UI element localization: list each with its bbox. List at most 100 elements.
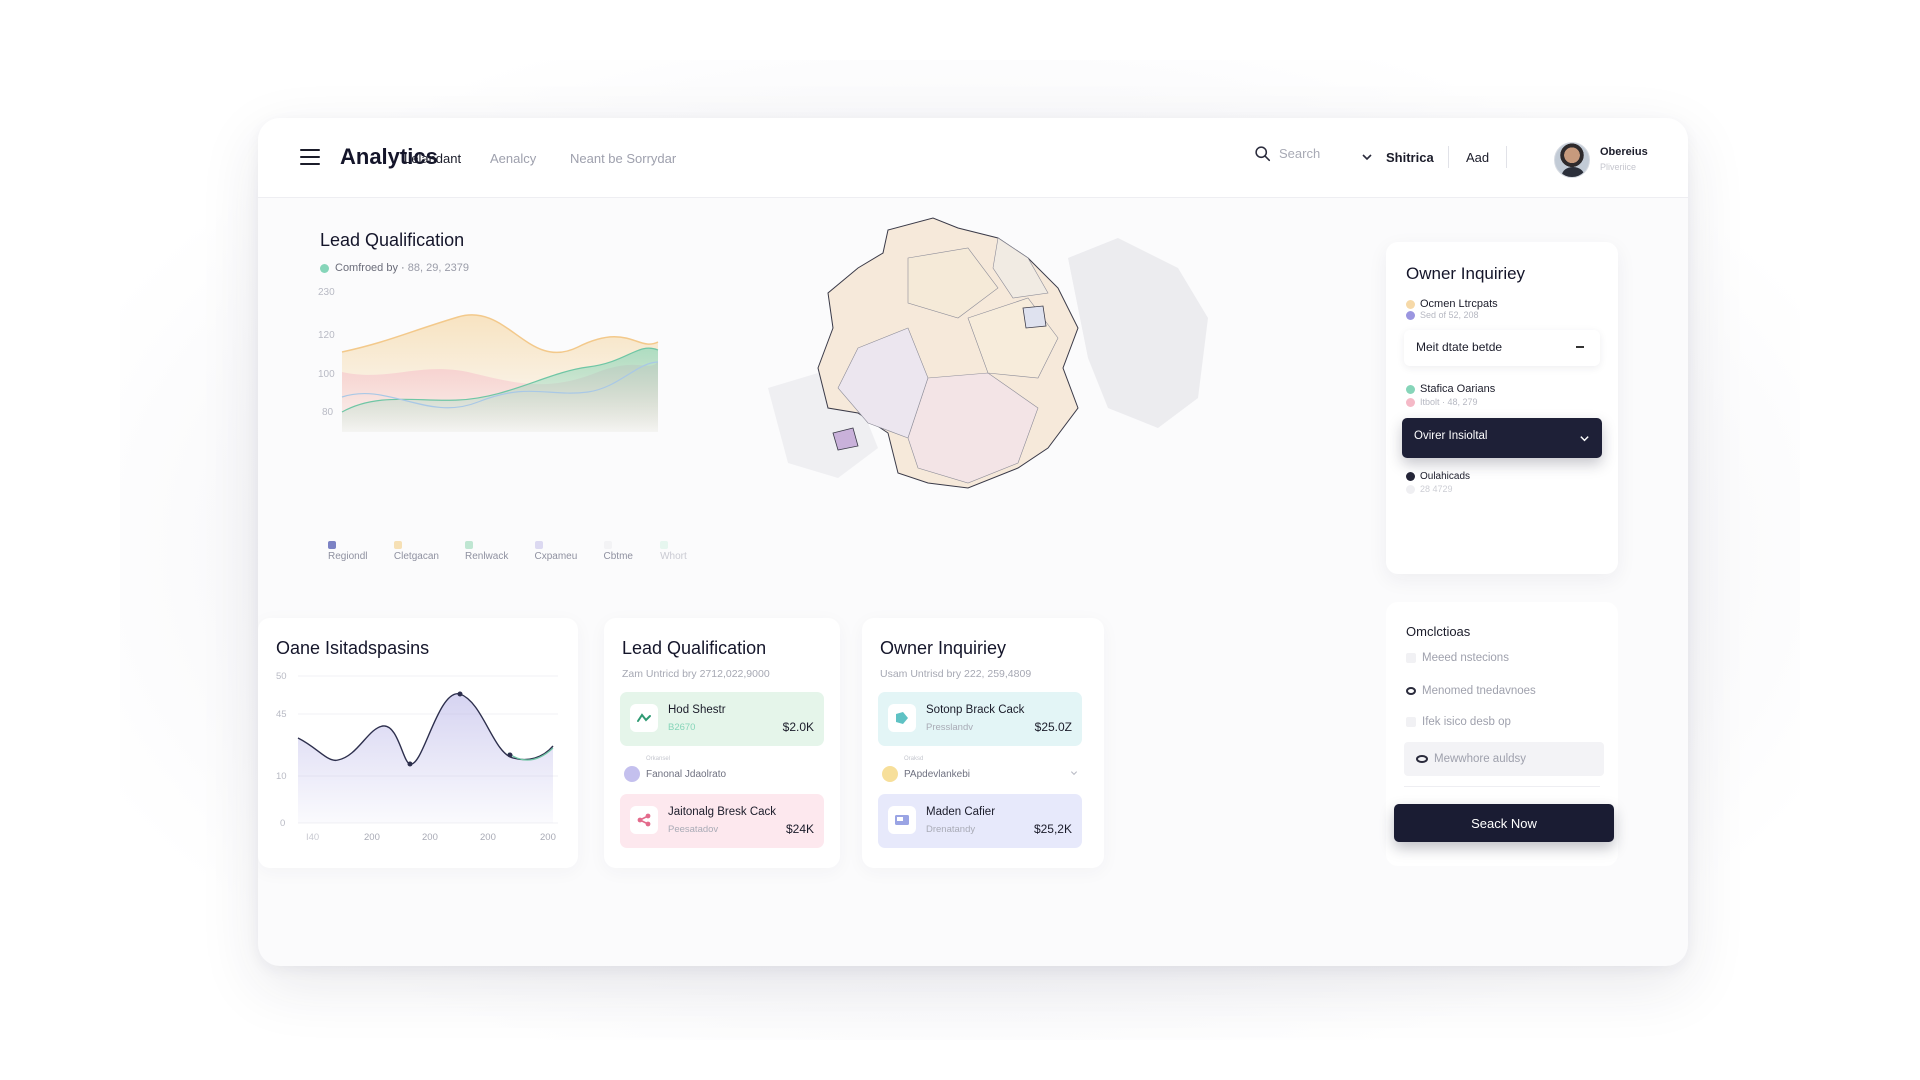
legend-dot <box>1406 384 1415 394</box>
tile-value: $24K <box>785 822 814 836</box>
owner-tile[interactable]: Sotonp Brack Cack Presslandv $25.0Z <box>878 692 1082 746</box>
legend-item: Cletgacan <box>393 540 449 562</box>
map-neighbor <box>1068 238 1208 428</box>
menu-icon[interactable] <box>300 149 320 165</box>
panel-title: Omclctioas <box>1406 624 1471 639</box>
search-icon <box>1255 146 1271 162</box>
row-label: Fanonal Jdaolrato <box>646 768 727 780</box>
lead-tile[interactable]: Jaitonalg Bresk Cack Peesatadov $24K <box>620 794 824 848</box>
legend-sub: Sed of 52, 208 <box>1420 310 1479 320</box>
y-tick: 100 <box>318 369 335 380</box>
panel-subline: Zam Untricd bry 2712,022,9000 <box>622 668 770 680</box>
chart-legend: Regiondl Cletgacan Renlwack Cxpameu Cbtm… <box>328 540 698 562</box>
divider <box>1506 146 1507 168</box>
nav-item-1[interactable]: Lelandant <box>404 151 461 166</box>
option-radio[interactable]: Mewwhore auldsy <box>1404 742 1604 776</box>
y-tick: 230 <box>318 287 335 298</box>
minus-icon <box>1576 346 1584 348</box>
row-label: PApdevlankebi <box>904 768 970 780</box>
option-radio[interactable]: Menomed tnedavnoes <box>1406 685 1536 697</box>
owner-inquiry-sidebar: Owner Inquiriey Ocmen Ltrcpats Sed of 52… <box>1386 242 1618 574</box>
data-point <box>407 761 413 767</box>
radio-icon <box>1406 687 1416 695</box>
area-chart: 230 120 100 80 <box>318 287 659 432</box>
option-label: Ifek isico desb op <box>1422 716 1511 728</box>
data-point <box>457 691 463 697</box>
y-tick: 0 <box>280 818 285 829</box>
panel-title: Owner Inquiriey <box>880 638 1007 658</box>
option-checkbox[interactable]: Ifek isico desb op <box>1406 716 1511 728</box>
select-value: Meit dtate betde <box>1416 340 1503 354</box>
search-now-button[interactable]: Seack Now <box>1394 804 1614 842</box>
panel-title: Lead Qualification <box>622 638 767 658</box>
data-point <box>507 752 513 758</box>
search-box[interactable]: Search <box>1254 145 1320 162</box>
chevron-down-icon[interactable] <box>1361 151 1373 163</box>
option-checkbox[interactable]: Meeed nstecions <box>1406 652 1509 664</box>
owner-select[interactable]: Ovirer Insioltal <box>1402 418 1602 458</box>
radio-icon <box>1416 755 1428 763</box>
owner-inquiry-card: Owner Inquiriey Usam Untrisd bry 222, 25… <box>862 618 1104 868</box>
row-caption: Oraksd <box>904 756 924 762</box>
legend-label: Stafica Oarians <box>1420 383 1496 395</box>
checkbox-icon <box>1406 717 1416 727</box>
tile-value: $25.0Z <box>1034 720 1072 734</box>
select-value: Ovirer Insioltal <box>1414 430 1488 442</box>
chevron-down-icon <box>1580 436 1589 442</box>
lead-qualification-panel: Lead Qualification Comfroed by · 88, 29,… <box>308 222 698 562</box>
legend-item: Renlwack <box>464 540 519 562</box>
lead-qualification-card: Lead Qualification Zam Untricd bry 2712,… <box>604 618 840 868</box>
legend-item: Regiondl <box>328 540 378 562</box>
lead-tile[interactable]: Hod Shestr B2670 $2.0K <box>620 692 824 746</box>
top-link-1[interactable]: Shitrica <box>1386 150 1434 165</box>
divider <box>1448 146 1449 168</box>
legend-item: Whort <box>660 540 698 562</box>
tile-sub: Peesatadov <box>668 824 719 835</box>
owner-tile[interactable]: Maden Cafier Drenatandy $25,2K <box>878 794 1082 848</box>
tile-name: Maden Cafier <box>926 806 996 818</box>
panel-subline: Usam Untrisd bry 222, 259,4809 <box>880 668 1032 680</box>
dashboard-window: Analytics Lelandant Aenalcy Neant be Sor… <box>258 118 1688 966</box>
x-tick: 200 <box>480 832 496 843</box>
tile-sub: Presslandv <box>926 722 973 733</box>
tile-name: Hod Shestr <box>668 704 726 716</box>
nav-item-3[interactable]: Neant be Sorrydar <box>570 151 676 166</box>
top-link-2[interactable]: Aad <box>1466 150 1489 165</box>
avatar <box>882 766 898 782</box>
list-row[interactable]: Oraksd PApdevlankebi <box>882 756 1082 782</box>
y-tick: 45 <box>276 709 287 720</box>
panel-title: Owner Inquiriey <box>1406 264 1526 283</box>
nav-item-2[interactable]: Aenalcy <box>490 151 536 166</box>
user-role: Pliveriice <box>1600 162 1637 172</box>
options-panel: Omclctioas Meeed nstecions Menomed tneda… <box>1386 602 1618 866</box>
image-icon <box>888 806 916 834</box>
legend-label: Oulahicads <box>1420 471 1471 482</box>
legend-item: Itbolt · 48, 279 <box>1406 396 1478 408</box>
top-bar: Analytics Lelandant Aenalcy Neant be Sor… <box>258 118 1688 198</box>
x-tick: 200 <box>422 832 438 843</box>
legend-sub: Itbolt · 48, 279 <box>1420 397 1478 407</box>
divider <box>1404 786 1600 787</box>
region-map <box>768 217 1208 489</box>
option-label: Mewwhore auldsy <box>1434 753 1527 765</box>
chart-bars-icon <box>630 704 658 732</box>
date-range-select[interactable]: Meit dtate betde <box>1404 330 1600 366</box>
avatar[interactable] <box>1554 142 1590 178</box>
legend-item: Sed of 52, 208 <box>1406 309 1479 321</box>
legend-dot <box>1406 484 1415 494</box>
checkbox-icon <box>1406 653 1416 663</box>
x-tick: 200 <box>364 832 380 843</box>
legend-item: Stafica Oarians <box>1406 383 1495 395</box>
oane-chart-card: Oane Isitadspasins 50 45 10 0 I40 200 20… <box>258 618 578 868</box>
list-row[interactable]: Orkansel Fanonal Jdaolrato <box>624 756 824 782</box>
x-tick: I40 <box>306 832 319 843</box>
tile-value: $2.0K <box>782 720 814 734</box>
chevron-down-icon[interactable] <box>1070 769 1078 777</box>
line-chart: 50 45 10 0 I40 200 200 200 200 <box>276 671 558 843</box>
legend-sub: 28 4729 <box>1420 484 1453 494</box>
legend-item: 28 4729 <box>1406 483 1453 495</box>
tile-value: $25,2K <box>1033 822 1072 836</box>
y-tick: 120 <box>318 330 335 341</box>
tile-name: Sotonp Brack Cack <box>926 704 1025 716</box>
legend-dot <box>1406 299 1415 309</box>
